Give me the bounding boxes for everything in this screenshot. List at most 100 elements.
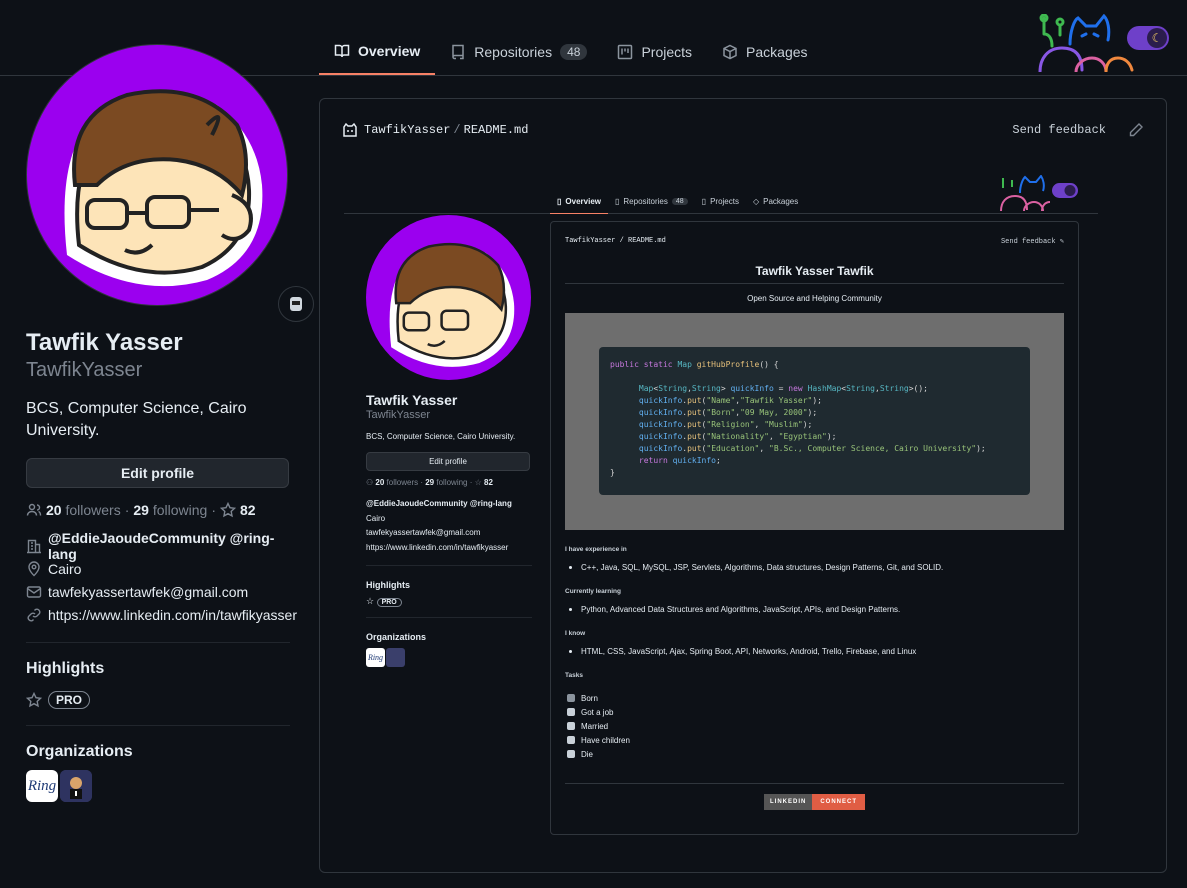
embedded-tab-packages: ◇ Packages xyxy=(752,197,799,206)
tab-packages-label: Packages xyxy=(746,43,808,60)
stars-link[interactable]: 82 xyxy=(240,502,256,518)
embedded-details: @EddieJaoudeCommunity @ring-lang Cairo t… xyxy=(366,499,512,552)
embedded-tab-projects: ▯ Projects xyxy=(701,197,739,206)
embedded-divider xyxy=(366,565,532,566)
send-feedback-link[interactable]: Send feedback xyxy=(1012,123,1106,137)
repositories-count-badge: 48 xyxy=(560,43,588,60)
embedded-username: TawfikYasser xyxy=(366,409,430,421)
embedded-name: Tawfik Yasser xyxy=(366,392,458,408)
followers-count: 20 xyxy=(46,502,62,518)
building-icon xyxy=(27,539,41,553)
pro-badge[interactable]: PRO xyxy=(48,691,91,709)
status-button[interactable] xyxy=(278,286,314,322)
embedded-tab-repositories: ▯ Repositories 48 xyxy=(608,189,695,214)
task-item: Born xyxy=(567,691,1078,705)
readme-header: TawfikYasser / README.md Send feedback xyxy=(320,99,1166,161)
followers-label: followers xyxy=(65,502,121,518)
avatar-illustration xyxy=(64,89,263,287)
embedded-highlights-heading: Highlights xyxy=(366,580,410,590)
email-link[interactable]: tawfekyassertawfek@gmail.com xyxy=(48,584,248,600)
star-icon xyxy=(220,502,237,518)
pencil-icon[interactable] xyxy=(1128,122,1144,138)
path-separator: / xyxy=(453,123,461,137)
code-image: public static Map gitHubProfile() { Map<… xyxy=(565,313,1064,530)
embedded-follow-stats: ⚇ 20 followers · 29 following · ☆ 82 xyxy=(366,478,493,487)
embedded-readme-subtitle: Open Source and Helping Community xyxy=(747,294,882,303)
email-item: tawfekyassertawfek@gmail.com xyxy=(26,580,290,603)
checkbox-checked xyxy=(567,694,575,702)
section-item: C++, Java, SQL, MySQL, JSP, Servlets, Al… xyxy=(569,563,1078,572)
task-list: Born Got a job Married Have children Die xyxy=(567,691,1078,761)
tab-overview-label: Overview xyxy=(358,42,421,59)
tab-packages[interactable]: Packages xyxy=(707,28,822,75)
org-avatar-eddiejaoude[interactable] xyxy=(60,770,92,802)
project-icon xyxy=(618,44,633,59)
status-emoji-icon xyxy=(290,297,302,311)
highlights-list: PRO xyxy=(26,691,290,709)
profile-name: Tawfik Yasser xyxy=(26,329,183,356)
divider xyxy=(26,642,290,643)
stars-count: 82 xyxy=(240,502,256,518)
embedded-bio: BCS, Computer Science, Cairo University. xyxy=(366,432,516,441)
organizations-list: Ring xyxy=(26,770,290,802)
people-icon xyxy=(26,503,42,516)
tab-projects[interactable]: Projects xyxy=(602,28,707,75)
embedded-footer: LINKEDIN CONNECT xyxy=(565,783,1064,810)
github-cat-icon xyxy=(343,122,357,137)
tab-repositories-label: Repositories xyxy=(474,43,553,60)
organization-link[interactable]: @EddieJaoudeCommunity @ring-lang xyxy=(48,530,290,562)
profile-bio: BCS, Computer Science, Cairo University. xyxy=(26,400,247,439)
tab-repositories[interactable]: Repositories 48 xyxy=(435,28,602,75)
readme-file-link[interactable]: README.md xyxy=(464,123,529,137)
package-icon xyxy=(723,44,737,59)
embedded-organizations-heading: Organizations xyxy=(366,632,427,642)
readme-owner-link[interactable]: TawfikYasser xyxy=(364,123,450,137)
theme-toggle[interactable]: ☾ xyxy=(1127,26,1169,50)
edit-profile-button[interactable]: Edit profile xyxy=(26,458,289,488)
moon-icon: ☾ xyxy=(1147,28,1167,48)
repo-icon xyxy=(452,44,465,59)
embedded-sidebar: Tawfik Yasser TawfikYasser BCS, Computer… xyxy=(366,215,532,667)
follow-stats: 20 followers · 29 following · 82 xyxy=(26,502,290,518)
tab-projects-label: Projects xyxy=(641,43,693,60)
profile-tabs: Overview Repositories 48 Projects Packag… xyxy=(319,28,823,76)
website-link[interactable]: https://www.linkedin.com/in/tawfikyasser xyxy=(48,607,297,623)
section-heading: I have experience in xyxy=(565,546,627,553)
ring-logo-text: Ring xyxy=(27,777,57,794)
embedded-avatar xyxy=(366,215,531,380)
linkedin-badge: LINKEDIN CONNECT xyxy=(763,794,865,810)
task-item: Got a job xyxy=(567,705,1078,719)
book-icon xyxy=(334,44,350,57)
divider xyxy=(26,725,290,726)
checkbox xyxy=(567,736,575,744)
org-logo xyxy=(60,770,92,802)
org-avatar-ring-lang[interactable]: Ring xyxy=(26,770,58,802)
embedded-mascot xyxy=(1000,175,1078,211)
website-item: https://www.linkedin.com/in/tawfikyasser xyxy=(26,603,297,626)
avatar[interactable] xyxy=(26,44,288,306)
tab-overview[interactable]: Overview xyxy=(319,28,436,75)
section-item: HTML, CSS, JavaScript, Ajax, Spring Boot… xyxy=(569,647,1078,656)
embedded-edit-button: Edit profile xyxy=(366,452,530,471)
location-text: Cairo xyxy=(48,560,82,577)
profile-username: TawfikYasser xyxy=(26,359,143,381)
organizations-heading: Organizations xyxy=(26,743,133,760)
tasks-heading: Tasks xyxy=(565,672,583,679)
embedded-readme: TawfikYasser / README.md Send feedback ✎… xyxy=(550,221,1079,835)
followers-link[interactable]: 20 followers xyxy=(46,502,121,518)
following-link[interactable]: 29 following xyxy=(133,502,207,518)
embedded-org-avatars: Ring xyxy=(366,648,532,667)
embedded-divider xyxy=(366,617,532,618)
highlights-heading: Highlights xyxy=(26,660,105,677)
task-item: Married xyxy=(567,719,1078,733)
checkbox xyxy=(567,750,575,758)
embedded-readme-title: Tawfik Yasser Tawfik xyxy=(565,260,1064,284)
link-icon xyxy=(27,608,41,621)
embedded-readme-header: TawfikYasser / README.md Send feedback ✎ xyxy=(565,237,1064,246)
task-item: Die xyxy=(567,747,1078,761)
task-item: Have children xyxy=(567,733,1078,747)
embedded-tab-overview: ▯ Overview xyxy=(550,189,608,214)
dot-separator: · xyxy=(124,502,130,518)
star-icon xyxy=(26,692,42,708)
following-count: 29 xyxy=(133,502,149,518)
